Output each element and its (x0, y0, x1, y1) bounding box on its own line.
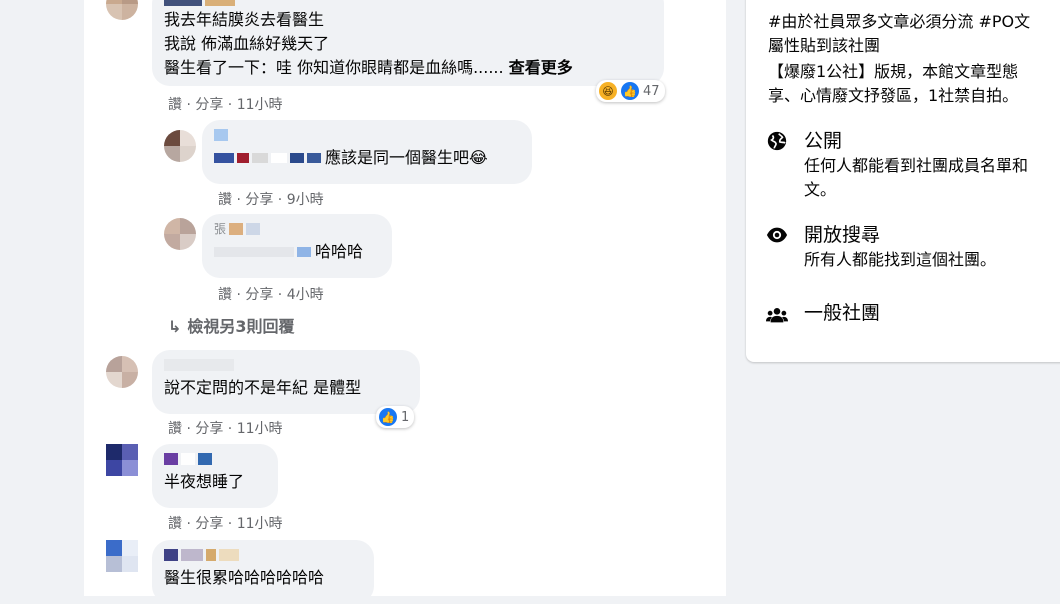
visibility-title: 開放搜尋 (804, 224, 881, 246)
comment-actions[interactable]: 讚 · 分享 · 11小時 (168, 418, 283, 438)
like-reaction-icon: 👍 (379, 408, 397, 426)
group-about-panel: #由於社員眾多文章必須分流 #PO文 屬性貼到該社團 【爆廢1公社】版規，本館文… (746, 0, 1060, 362)
comment-text-line: 醫生看了一下：哇 你知道你眼睛都是血絲嗎...... (164, 58, 504, 77)
commenter-name-blurred[interactable] (164, 548, 362, 562)
reaction-count: 47 (643, 83, 660, 99)
reaction-count: 1 (401, 409, 410, 425)
comment-text: 醫生很累哈哈哈哈哈哈 (164, 568, 325, 587)
comment-text: 說不定問的不是年紀 是體型 (164, 378, 362, 397)
see-more-link[interactable]: 查看更多 (509, 58, 573, 77)
privacy-public-title: 公開 (804, 130, 843, 152)
comment-feed: 我去年結膜炎去看醫生 我說 佈滿血絲好幾天了 醫生看了一下：哇 你知道你眼睛都是… (84, 0, 726, 604)
avatar[interactable] (106, 0, 138, 20)
group-description-line: 屬性貼到該社團 (768, 36, 881, 55)
view-more-replies-link[interactable]: ↳ 檢視另3則回覆 (168, 313, 295, 337)
commenter-name-hint: 張 (214, 222, 227, 236)
comment-actions[interactable]: 讚 · 分享 · 9小時 (218, 189, 324, 209)
comment-text: 哈哈哈 (315, 242, 364, 261)
comment-actions[interactable]: 讚 · 分享 · 11小時 (168, 94, 283, 114)
blurred-text (214, 153, 321, 163)
comment-actions[interactable]: 讚 · 分享 · 4小時 (218, 284, 324, 304)
commenter-name-blurred[interactable] (164, 452, 266, 466)
reaction-summary[interactable]: 👍 1 (376, 406, 415, 428)
avatar[interactable] (164, 130, 196, 162)
commenter-name-blurred[interactable]: 張 (214, 222, 380, 236)
reply-arrow-icon: ↳ (168, 317, 182, 336)
visibility-row: 開放搜尋 所有人都能找到這個社團。 (766, 222, 1060, 274)
comment-bubble: 應該是同一個醫生吧 😂 (202, 120, 532, 184)
comment-text: 半夜想睡了 (164, 472, 245, 491)
group-type-row: 一般社團 (766, 300, 1060, 330)
privacy-public-desc: 任何人都能看到社團成員名單和 (804, 156, 1029, 175)
avatar[interactable] (164, 218, 196, 250)
people-icon (766, 308, 788, 323)
comment-bubble: 說不定問的不是年紀 是體型 (152, 350, 420, 414)
view-more-replies-label: 檢視另3則回覆 (187, 317, 295, 336)
privacy-public-desc: 文。 (804, 180, 837, 199)
comment-text: 應該是同一個醫生吧 (325, 148, 470, 167)
comment-text-line: 我去年結膜炎去看醫生 (164, 10, 325, 29)
avatar[interactable] (106, 444, 138, 476)
group-description-line: #由於社員眾多文章必須分流 #PO文 (768, 12, 1031, 31)
avatar[interactable] (106, 356, 138, 388)
comment-bubble: 我去年結膜炎去看醫生 我說 佈滿血絲好幾天了 醫生看了一下：哇 你知道你眼睛都是… (152, 0, 664, 86)
visibility-desc: 所有人都能找到這個社團。 (804, 250, 997, 269)
group-description-line: 享、心情廢文抒發區，1社禁自拍。 (768, 86, 1019, 105)
group-type-title: 一般社團 (804, 302, 881, 324)
comment-bubble: 張 哈哈哈 (202, 214, 392, 278)
comment-bubble: 半夜想睡了 (152, 444, 278, 508)
group-description-line: 【爆廢1公社】版規，本館文章型態 (768, 62, 1019, 81)
commenter-name-blurred[interactable] (164, 358, 408, 372)
laughing-emoji-icon: 😂 (469, 148, 488, 167)
reaction-summary[interactable]: 😆 👍 47 (596, 80, 665, 102)
comment-text-line: 我說 佈滿血絲好幾天了 (164, 34, 330, 53)
comment-bubble: 醫生很累哈哈哈哈哈哈 (152, 540, 374, 604)
avatar[interactable] (106, 540, 138, 572)
blurred-text (214, 247, 311, 257)
commenter-name-blurred[interactable] (214, 128, 520, 142)
eye-icon (766, 227, 788, 243)
like-reaction-icon: 👍 (621, 82, 639, 100)
commenter-name-blurred[interactable] (164, 0, 652, 6)
haha-reaction-icon: 😆 (599, 82, 617, 100)
privacy-public-row: 公開 任何人都能看到社團成員名單和 文。 (766, 128, 1060, 199)
comment-actions[interactable]: 讚 · 分享 · 11小時 (168, 513, 283, 533)
globe-icon (767, 131, 787, 151)
